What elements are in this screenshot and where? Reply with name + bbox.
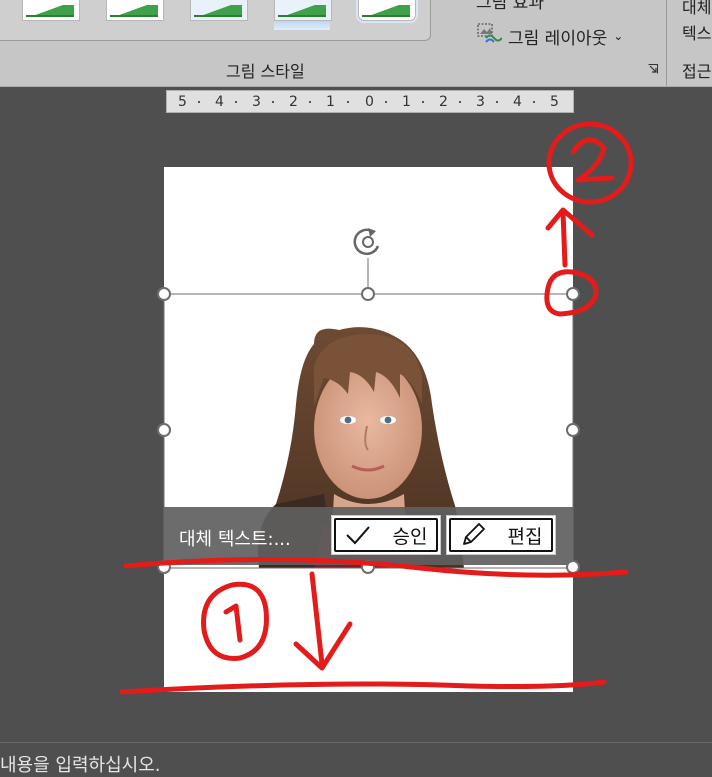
resize-handle-top-left[interactable] — [157, 287, 171, 301]
placeholder-text: 내용을 입력하십시오. — [0, 755, 161, 776]
resize-handle-left[interactable] — [157, 423, 171, 437]
resize-handle-bottom-right[interactable] — [566, 560, 580, 574]
selection-frame — [163, 293, 574, 569]
document-body-placeholder[interactable]: 내용을 입력하십시오. — [0, 742, 712, 776]
resize-handle-top[interactable] — [361, 287, 375, 301]
red-annotations — [119, 121, 634, 695]
resize-handle-right[interactable] — [566, 423, 580, 437]
selection-and-annotation-layer — [119, 121, 634, 695]
resize-handle-top-right[interactable] — [566, 287, 580, 301]
rotate-handle-icon[interactable] — [353, 228, 381, 256]
